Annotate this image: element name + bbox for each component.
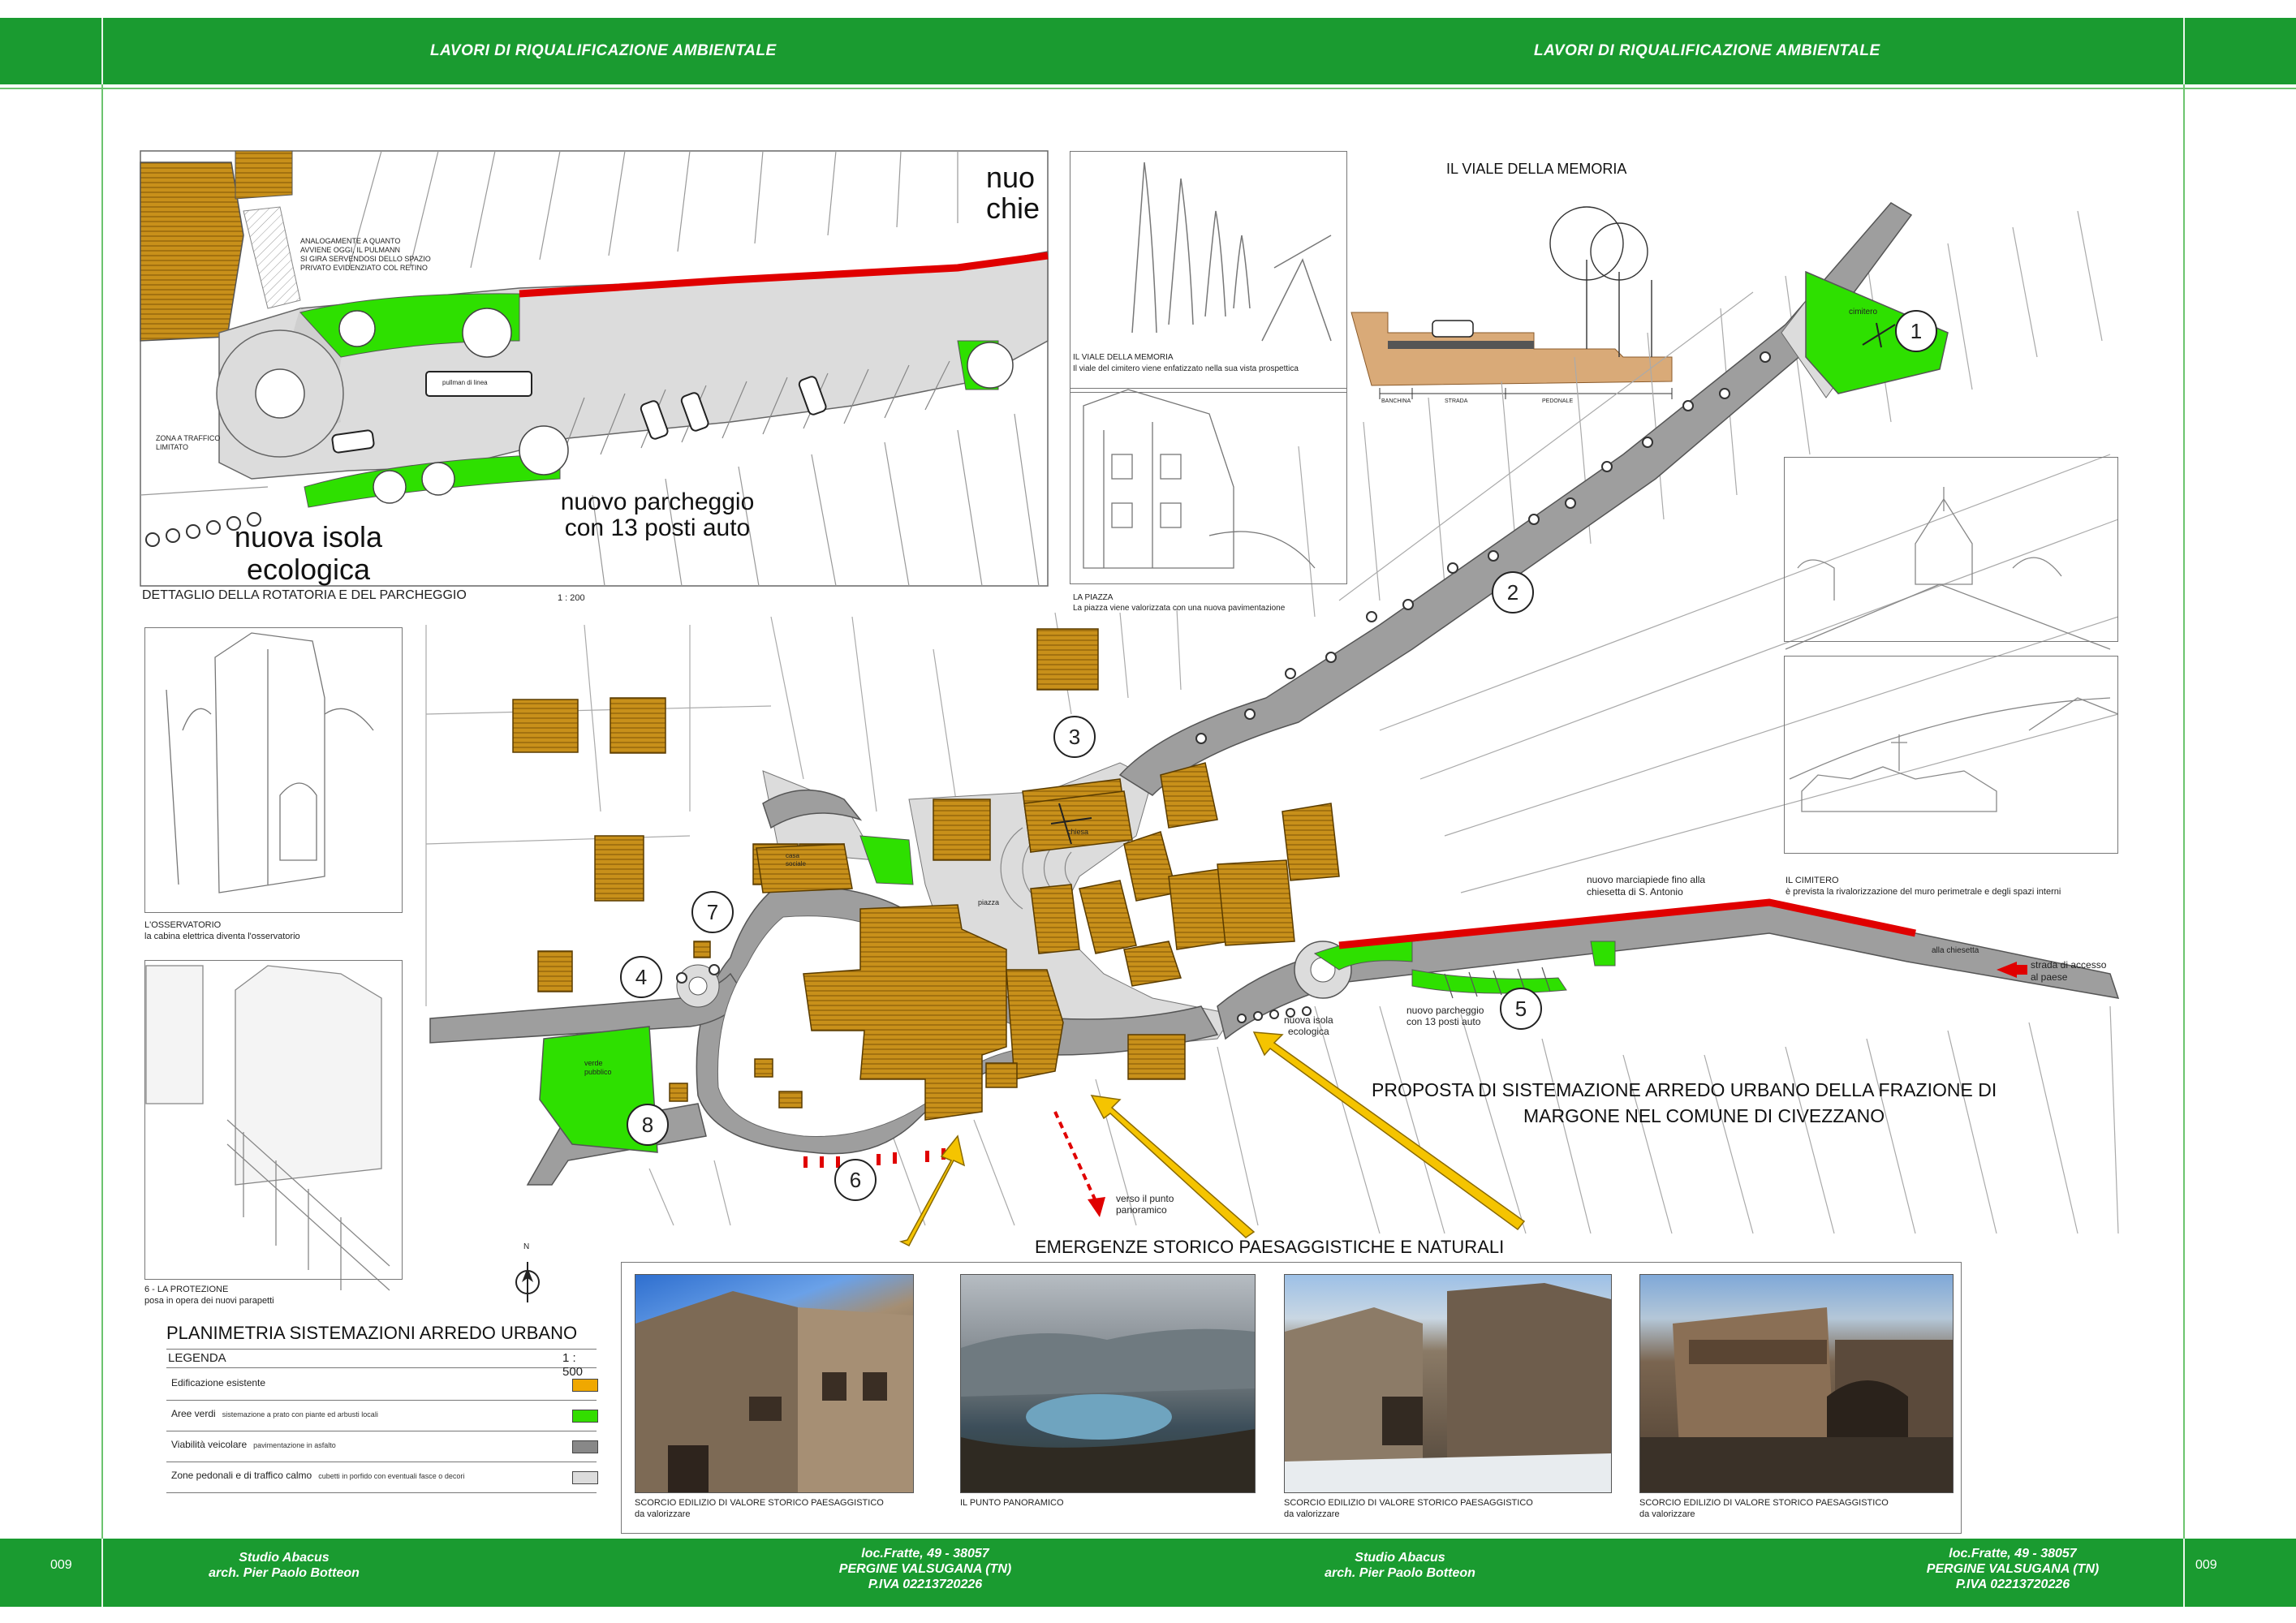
emergenze-caption-3: SCORCIO EDILIZIO DI VALORE STORICO PAESA…: [1284, 1498, 1533, 1519]
viale-photo-desc: Il viale del cimitero viene enfatizzato …: [1073, 364, 1299, 373]
detail-isola-label: nuova isola ecologica: [234, 520, 383, 586]
photo-scorcio-1: [635, 1274, 914, 1493]
legend-swatch-pedestrian: [572, 1471, 598, 1484]
osservatorio-caption: L'OSSERVATORIO: [144, 920, 222, 930]
marker-4: 4: [620, 956, 662, 998]
legend-label: Zone pedonali e di traffico calmo cubetti…: [171, 1470, 465, 1481]
protezione-caption: 6 - LA PROTEZIONE: [144, 1285, 229, 1294]
proposta-line2: MARGONE NEL COMUNE DI CIVEZZANO: [1523, 1105, 1885, 1126]
legend-swatch-building: [572, 1379, 598, 1392]
marker-2: 2: [1492, 571, 1534, 613]
protezione-photo-panel: [144, 960, 403, 1280]
viale-section-title: IL VIALE DELLA MEMORIA: [1446, 161, 1627, 177]
cimitero-caption: IL CIMITERO: [1786, 876, 1839, 885]
marker-1: 1: [1895, 310, 1937, 352]
viale-section-drawing: [1350, 206, 1673, 399]
truncated-title: nuo chie: [986, 161, 1040, 225]
viale-sec-label-2: PEDONALE: [1542, 398, 1574, 404]
legend-row-edificazione: Edificazione esistente: [166, 1369, 598, 1401]
legend-swatch-road: [572, 1440, 598, 1453]
marciapiede-label: nuovo marciapiede fino alla chiesetta di…: [1587, 874, 1706, 898]
legend-label: Viabilità veicolare pavimentazione in asf…: [171, 1439, 336, 1450]
detail-caption: DETTAGLIO DELLA ROTATORIA E DEL PARCHEGG…: [142, 588, 467, 602]
marker-8: 8: [627, 1104, 669, 1146]
legend-swatch-green: [572, 1410, 598, 1423]
proposta-line1: PROPOSTA DI SISTEMAZIONE ARREDO URBANO D…: [1372, 1079, 1997, 1100]
piazza-photo-panel: [1070, 388, 1347, 584]
cimitero-label: cimitero: [1849, 308, 1878, 316]
chiesa-label: chiesa: [1067, 828, 1089, 836]
legend-heading: LEGENDA: [168, 1351, 226, 1365]
strada-accesso-label: strada di accesso al paese: [2031, 959, 2107, 983]
legend-label: Edificazione esistente: [171, 1377, 266, 1388]
footer-studio-left: Studio Abacus arch. Pier Paolo Botteon: [209, 1551, 360, 1580]
page-number-right: 009: [2195, 1558, 2217, 1572]
cimitero-photo-panel: [1784, 457, 2118, 642]
emergenze-caption-4: SCORCIO EDILIZIO DI VALORE STORICO PAESA…: [1639, 1498, 1889, 1519]
emergenze-caption-1: SCORCIO EDILIZIO DI VALORE STORICO PAESA…: [635, 1498, 884, 1519]
photo-panoramico: [960, 1274, 1256, 1493]
marker-7: 7: [691, 891, 734, 933]
protezione-desc: posa in opera dei nuovi parapetti: [144, 1296, 274, 1306]
marker-5: 5: [1500, 988, 1542, 1030]
footer-address-left: loc.Fratte, 49 - 38057 PERGINE VALSUGANA …: [838, 1547, 1012, 1591]
emergenze-caption-2: IL PUNTO PANORAMICO: [960, 1498, 1064, 1508]
page-number-left: 009: [50, 1558, 72, 1572]
legend-title: PLANIMETRIA SISTEMAZIONI ARREDO URBANO: [166, 1323, 578, 1343]
photo-scorcio-3: [1639, 1274, 1954, 1493]
legend-row-aree-verdi: Aree verdi sistemazione a prato con piant…: [166, 1400, 598, 1431]
legend-row-zone-pedonali: Zone pedonali e di traffico calmo cubetti…: [166, 1462, 598, 1493]
legend-label: Aree verdi sistemazione a prato con piant…: [171, 1408, 378, 1419]
detail-scale: 1 : 200: [558, 593, 585, 603]
viale-sec-label-0: BANCHINA: [1381, 398, 1411, 404]
osservatorio-desc: la cabina elettrica diventa l'osservator…: [144, 932, 300, 941]
emergenze-title: EMERGENZE STORICO PAESAGGISTICHE E NATUR…: [1035, 1237, 1505, 1257]
bus-label: pullman di linea: [442, 379, 488, 386]
piazza-desc: La piazza viene valorizzata con una nuov…: [1073, 604, 1286, 613]
alla-chiesetta-label: alla chiesetta: [1932, 946, 1979, 955]
viale-sec-label-1: STRADA: [1445, 398, 1468, 404]
legend-row-viabilita: Viabilità veicolare pavimentazione in asf…: [166, 1431, 598, 1462]
marker-3: 3: [1053, 716, 1096, 758]
photo-scorcio-2: [1284, 1274, 1612, 1493]
casa-sociale-label: casa sociale: [786, 852, 806, 867]
map-parcheggio-label: nuovo parcheggio con 13 posti auto: [1406, 1005, 1484, 1027]
map-isola-label: nuova isola ecologica: [1284, 1014, 1333, 1037]
legend-header-row: LEGENDA 1 : 500: [166, 1350, 597, 1379]
footer-address-right: loc.Fratte, 49 - 38057 PERGINE VALSUGANA …: [1926, 1547, 2100, 1591]
osservatorio-photo-panel: [144, 627, 403, 913]
detail-note: ANALOGAMENTE A QUANTO AVVIENE OGGI, IL P…: [300, 237, 431, 272]
cimitero-desc: è prevista la rivalorizzazione del muro …: [1786, 887, 2061, 897]
piazza-label: piazza: [978, 898, 1000, 906]
legend-table: LEGENDA 1 : 500 Edificazione esistente A…: [166, 1349, 598, 1493]
cimitero-village-panel: [1784, 656, 2118, 854]
footer-studio-right: Studio Abacus arch. Pier Paolo Botteon: [1325, 1551, 1475, 1580]
north-label: N: [523, 1242, 530, 1251]
marker-6: 6: [834, 1159, 877, 1201]
verde-pubblico-label: verde pubblico: [584, 1059, 612, 1076]
detail-parcheggio-label: nuovo parcheggio con 13 posti auto: [560, 489, 755, 541]
piazza-caption: LA PIAZZA: [1073, 593, 1114, 602]
verso-panoramico-label: verso il punto panoramico: [1116, 1193, 1174, 1216]
viale-photo-caption: IL VIALE DELLA MEMORIA: [1073, 353, 1174, 362]
zona-traffico-label: ZONA A TRAFFICO LIMITATO: [156, 434, 221, 451]
